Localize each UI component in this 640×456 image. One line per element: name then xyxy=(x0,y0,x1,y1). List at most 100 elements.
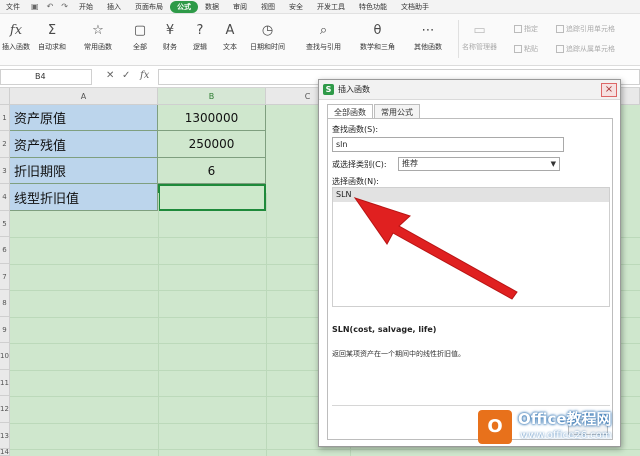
clock-icon: ◷ xyxy=(261,22,274,38)
paste-icon xyxy=(514,45,522,53)
cell-a4[interactable]: 线型折旧值 xyxy=(10,184,158,211)
cell-b3[interactable]: 6 xyxy=(158,158,266,184)
watermark-url: www.office26.com xyxy=(520,430,612,441)
dots-icon: ⋯ xyxy=(421,22,435,38)
tab-all-functions[interactable]: 全部函数 xyxy=(327,104,373,119)
column-header-a[interactable]: A xyxy=(10,88,158,105)
other-functions-button[interactable]: ⋯ 其他函数 xyxy=(414,20,442,52)
autosum-button[interactable]: Σ 自动求和 xyxy=(38,20,66,52)
dialog-title-bar[interactable]: S 插入函数 xyxy=(319,80,620,100)
define-icon xyxy=(514,25,522,33)
cell-a1[interactable]: 资产原值 xyxy=(10,105,158,131)
cell-b1[interactable]: 1300000 xyxy=(158,105,266,131)
row-header[interactable]: 13 xyxy=(0,423,10,449)
tab-view[interactable]: 视图 xyxy=(254,2,282,12)
datetime-button[interactable]: ◷ 日期和时间 xyxy=(250,20,285,52)
office-logo-icon: O xyxy=(478,410,512,444)
row-header[interactable]: 4 xyxy=(0,184,10,211)
chevron-down-icon: ▼ xyxy=(550,160,556,168)
menu-bar: 文件 ▣ ↶ ↷ 开始 插入 页面布局 公式 数据 审阅 视图 安全 开发工具 … xyxy=(0,0,640,14)
common-functions-button[interactable]: ☆ 常用函数 xyxy=(84,20,112,52)
grid-line xyxy=(266,193,267,456)
watermark-brand: Office教程网 xyxy=(518,410,612,428)
row-header[interactable]: 11 xyxy=(0,370,10,396)
text-button[interactable]: A 文本 xyxy=(220,20,240,52)
search-label: 查找函数(S): xyxy=(332,125,379,134)
currency-icon: ¥ xyxy=(165,22,175,38)
fx-icon[interactable]: fx xyxy=(140,70,149,81)
row-header[interactable]: 1 xyxy=(0,105,10,131)
function-list[interactable]: SLN xyxy=(332,187,610,307)
tab-features[interactable]: 特色功能 xyxy=(352,2,394,12)
tab-page-layout[interactable]: 页面布局 xyxy=(128,2,170,12)
tab-data[interactable]: 数据 xyxy=(198,2,226,12)
theta-icon: θ xyxy=(373,22,382,38)
name-manager-button[interactable]: ▭ 名称管理器 xyxy=(462,20,497,52)
cell-b2[interactable]: 250000 xyxy=(158,131,266,158)
menu-file[interactable]: 文件 xyxy=(0,2,27,12)
ribbon-divider xyxy=(458,20,459,58)
lookup-button[interactable]: ⌕ 查找与引用 xyxy=(306,20,341,52)
cancel-icon[interactable]: ✕ xyxy=(106,70,114,81)
corner-cell[interactable] xyxy=(0,88,10,105)
tab-common-formulas[interactable]: 常用公式 xyxy=(374,104,420,119)
tab-review[interactable]: 审阅 xyxy=(226,2,254,12)
magnifier-icon: ⌕ xyxy=(319,22,328,38)
star-icon: ☆ xyxy=(92,22,104,38)
redo-icon[interactable]: ↷ xyxy=(57,2,72,11)
row-header[interactable]: 6 xyxy=(0,237,10,264)
trace-dependents-button[interactable]: 追踪从属单元格 xyxy=(556,44,615,54)
function-box-icon: ▢ xyxy=(133,22,147,38)
finance-button[interactable]: ¥ 财务 xyxy=(160,20,180,52)
row-header[interactable]: 9 xyxy=(0,317,10,343)
insert-function-button[interactable]: fx 插入函数 xyxy=(2,20,30,52)
close-icon[interactable]: × xyxy=(601,83,617,97)
row-header[interactable]: 10 xyxy=(0,343,10,370)
list-item[interactable]: SLN xyxy=(333,188,609,202)
row-header[interactable]: 12 xyxy=(0,396,10,423)
row-header[interactable]: 3 xyxy=(0,158,10,184)
category-label: 或选择类别(C): xyxy=(332,160,387,169)
fx-icon: fx xyxy=(9,22,23,38)
grid-line xyxy=(158,193,159,456)
dialog-title: 插入函数 xyxy=(338,85,370,94)
category-select[interactable]: 推荐 ▼ xyxy=(398,157,560,171)
dialog-panel: 查找函数(S): sln 或选择类别(C): 推荐 ▼ 选择函数(N): SLN… xyxy=(327,118,613,440)
dialog-tabs: 全部函数 常用公式 xyxy=(327,104,421,119)
sigma-icon: Σ xyxy=(47,22,57,38)
paste-name-button[interactable]: 粘贴 xyxy=(514,44,538,54)
undo-icon[interactable]: ↶ xyxy=(43,2,58,11)
trace-dependents-icon xyxy=(556,45,564,53)
search-input[interactable]: sln xyxy=(332,137,564,152)
tab-doc-assistant[interactable]: 文档助手 xyxy=(394,2,436,12)
insert-function-dialog: S 插入函数 × 全部函数 常用公式 查找函数(S): sln 或选择类别(C)… xyxy=(318,79,621,447)
row-header[interactable]: 2 xyxy=(0,131,10,158)
tab-insert[interactable]: 插入 xyxy=(100,2,128,12)
tab-security[interactable]: 安全 xyxy=(282,2,310,12)
logic-button[interactable]: ? 逻辑 xyxy=(190,20,210,52)
function-signature: SLN(cost, salvage, life) xyxy=(332,325,437,334)
function-description: 返回某项资产在一个期间中的线性折旧值。 xyxy=(332,350,465,358)
cell-a3[interactable]: 折旧期限 xyxy=(10,158,158,184)
all-functions-button[interactable]: ▢ 全部 xyxy=(130,20,150,52)
tab-developer[interactable]: 开发工具 xyxy=(310,2,352,12)
trace-precedents-button[interactable]: 追踪引用单元格 xyxy=(556,24,615,34)
row-header[interactable]: 8 xyxy=(0,290,10,317)
define-name-button[interactable]: 指定 xyxy=(514,24,538,34)
save-icon[interactable]: ▣ xyxy=(27,2,43,11)
tab-home[interactable]: 开始 xyxy=(72,2,100,12)
row-header[interactable]: 14 xyxy=(0,449,10,456)
name-tag-icon: ▭ xyxy=(473,22,486,38)
math-button[interactable]: θ 数学和三角 xyxy=(360,20,395,52)
row-header[interactable]: 5 xyxy=(0,211,10,237)
cell-b4-active[interactable] xyxy=(158,184,266,211)
watermark: O Office教程网 www.office26.com xyxy=(470,404,640,456)
trace-precedents-icon xyxy=(556,25,564,33)
name-box[interactable]: B4 xyxy=(0,69,92,85)
cell-a2[interactable]: 资产残值 xyxy=(10,131,158,158)
column-header-b[interactable]: B xyxy=(158,88,266,105)
ribbon: fx 插入函数 Σ 自动求和 ☆ 常用函数 ▢ 全部 ¥ 财务 ? 逻辑 A 文… xyxy=(0,14,640,66)
confirm-icon[interactable]: ✓ xyxy=(122,70,130,81)
tab-formula[interactable]: 公式 xyxy=(169,0,198,13)
row-header[interactable]: 7 xyxy=(0,264,10,290)
